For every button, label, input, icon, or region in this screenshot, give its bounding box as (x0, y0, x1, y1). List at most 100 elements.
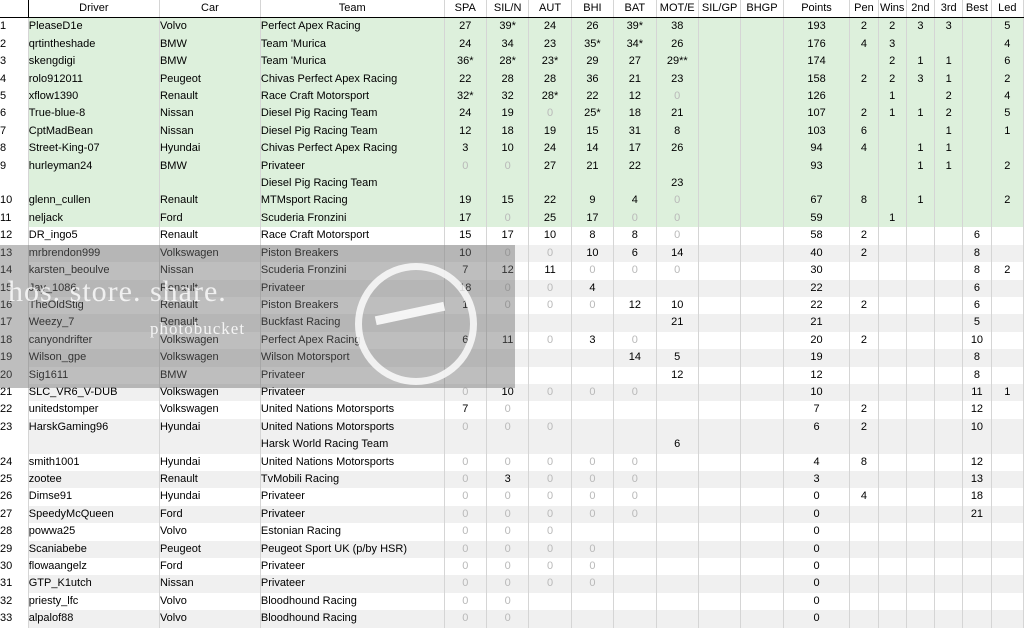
cell-spa: 0 (444, 592, 487, 611)
table-row: Harsk World Racing Team 6 (0, 436, 1024, 454)
cell-led (991, 470, 1024, 489)
cell-siln: 0 (486, 157, 530, 176)
cell-driver (28, 175, 160, 193)
column-header-silgp: SIL/GP (698, 0, 742, 19)
cell-best (962, 53, 992, 71)
column-header-wins: Wins (878, 0, 907, 19)
cell-bhi: 0 (571, 262, 615, 280)
cell-bhgp (740, 331, 784, 350)
cell-bhi (571, 349, 615, 367)
cell-team: Estonian Racing (260, 523, 445, 541)
cell-third (934, 436, 964, 454)
cell-bhgp (740, 592, 784, 611)
cell-car: Hyundai (159, 418, 261, 437)
cell-spa: 1 (444, 296, 487, 315)
cell-spa: 17 (444, 209, 487, 228)
cell-car: Renault (159, 279, 261, 297)
cell-pen: 4 (849, 488, 879, 506)
table-row: 21 SLC_VR6_V-DUB Volkswagen Privateer 0 10 0 0 0… (0, 383, 1024, 402)
cell-car: Volvo (159, 17, 261, 36)
cell-mote: 0 (656, 88, 699, 106)
cell-bhgp (740, 314, 784, 332)
cell-bhgp (740, 453, 784, 471)
cell-led (991, 244, 1024, 263)
cell-spa: 7 (444, 262, 487, 280)
cell-siln (486, 366, 530, 384)
cell-third (934, 331, 964, 350)
cell-bat: 6 (613, 244, 657, 263)
cell-led: 6 (991, 53, 1024, 71)
cell-best: 8 (962, 244, 992, 263)
cell-team: Harsk World Racing Team (260, 436, 445, 454)
cell-mote (656, 523, 699, 541)
cell-siln: 0 (486, 279, 530, 297)
cell-wins (878, 314, 907, 332)
cell-driver: skengdigi (28, 53, 160, 71)
cell-spa: 0 (444, 488, 487, 506)
cell-wins (878, 418, 907, 437)
cell-team: Privateer (260, 366, 445, 384)
cell-pen: 2 (849, 331, 879, 350)
cell-driver: Weezy_7 (28, 314, 160, 332)
cell-wins (878, 610, 907, 628)
cell-aut (528, 366, 572, 384)
cell-third (934, 279, 964, 297)
cell-team: Piston Breakers (260, 296, 445, 315)
cell-points: 193 (783, 17, 851, 36)
cell-points: 22 (783, 296, 851, 315)
cell-second (906, 88, 936, 106)
cell-pos: 11 (0, 209, 29, 228)
cell-bhi: 26 (571, 17, 615, 36)
cell-bhi: 15 (571, 122, 615, 141)
cell-siln: 15 (486, 192, 530, 210)
cell-pos: 33 (0, 610, 29, 628)
cell-second (906, 575, 936, 593)
cell-siln: 28* (486, 53, 530, 71)
cell-led (991, 436, 1024, 454)
cell-bat (613, 314, 657, 332)
cell-car: Hyundai (159, 488, 261, 506)
cell-wins (878, 453, 907, 471)
cell-aut (528, 436, 572, 454)
cell-pen (849, 279, 879, 297)
table-header: Driver Car Team SPA SIL/N AUT BHI BAT MO… (0, 0, 1024, 19)
cell-team: Team 'Murica (260, 35, 445, 54)
cell-second (906, 227, 936, 245)
cell-points: 107 (783, 105, 851, 123)
cell-aut: 11 (528, 262, 572, 280)
cell-car: Nissan (159, 262, 261, 280)
cell-led (991, 540, 1024, 558)
cell-best: 10 (962, 418, 992, 437)
cell-points: 0 (783, 523, 851, 541)
cell-second: 1 (906, 157, 936, 176)
cell-led (991, 505, 1024, 524)
cell-best: 8 (962, 349, 992, 367)
cell-bhgp (740, 17, 784, 36)
cell-aut (528, 314, 572, 332)
cell-best: 11 (962, 383, 992, 402)
cell-best (962, 192, 992, 210)
cell-led (991, 523, 1024, 541)
cell-siln: 0 (486, 558, 530, 576)
cell-mote (656, 418, 699, 437)
cell-best: 18 (962, 488, 992, 506)
cell-pos: 3 (0, 53, 29, 71)
cell-bat: 22 (613, 157, 657, 176)
table-row: 1 PleaseD1e Volvo Perfect Apex Racing 27 39* 2… (0, 17, 1024, 36)
cell-driver: PleaseD1e (28, 17, 160, 36)
cell-led (991, 314, 1024, 332)
cell-pen: 2 (849, 227, 879, 245)
cell-wins (878, 505, 907, 524)
table-row: 6 True-blue-8 Nissan Diesel Pig Racing Team… (0, 105, 1024, 123)
cell-second (906, 558, 936, 576)
column-header-team: Team (260, 0, 445, 19)
cell-bat (613, 175, 657, 193)
cell-bhi (571, 436, 615, 454)
cell-points: 0 (783, 488, 851, 506)
cell-spa: 12 (444, 122, 487, 141)
cell-team: United Nations Motorsports (260, 418, 445, 437)
cell-silgp (698, 262, 742, 280)
cell-car: BMW (159, 157, 261, 176)
cell-car: Volkswagen (159, 349, 261, 367)
cell-spa: 0 (444, 558, 487, 576)
